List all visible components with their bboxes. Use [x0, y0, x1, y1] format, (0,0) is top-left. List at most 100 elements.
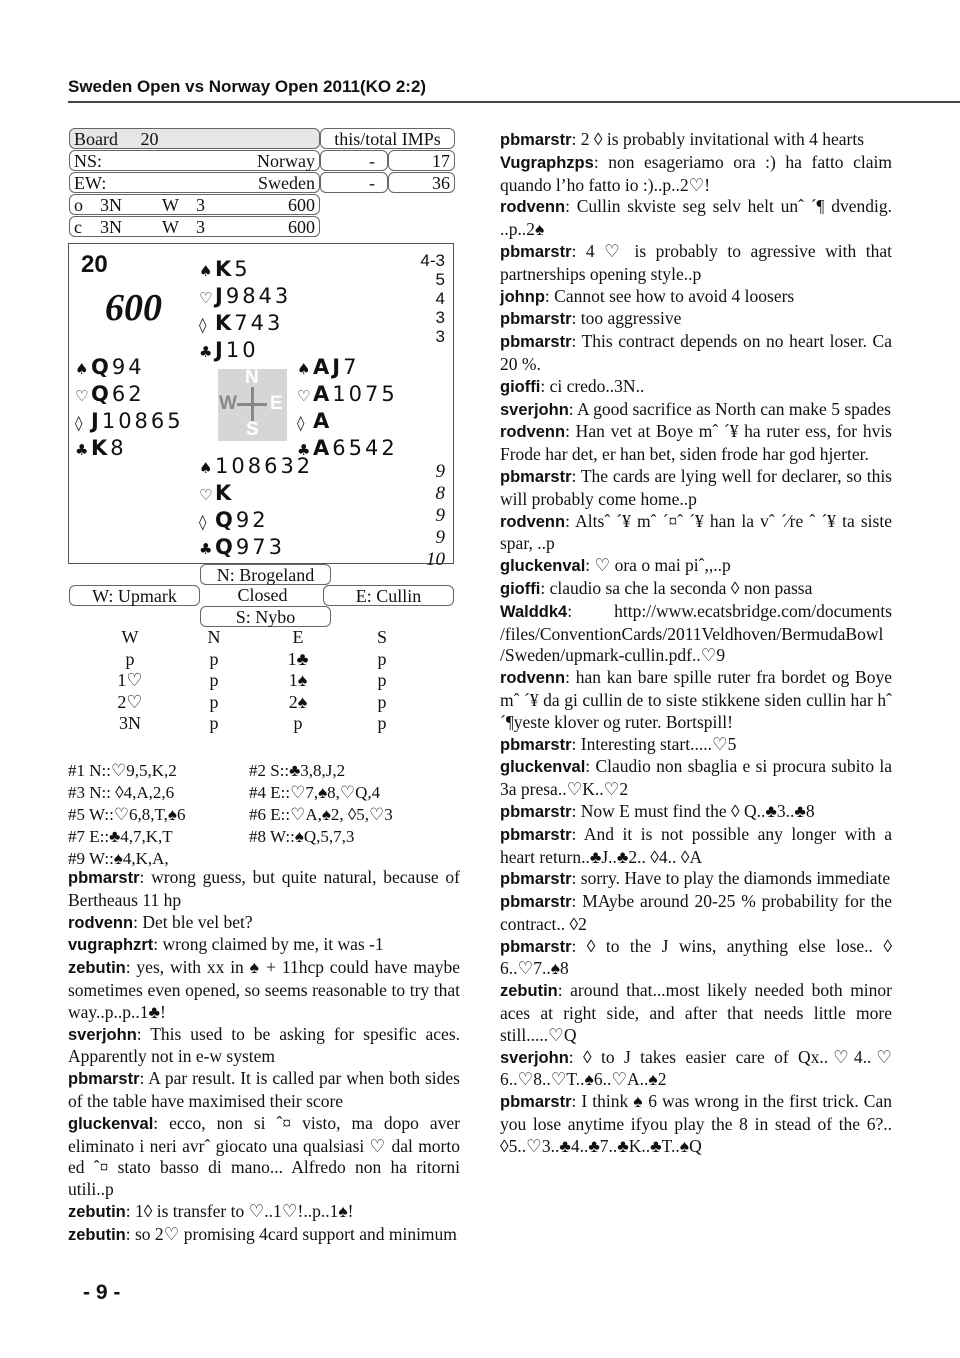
comment: zebutin: 1◊ is transfer to ♡..1♡!..p..1♠…: [68, 1201, 460, 1224]
tricks-value: 9: [435, 527, 446, 548]
north-hand: ♠ K5 ♡ J9843 ◊ K743 ♣ J10: [199, 257, 291, 365]
north-clubs: ♣ J10: [199, 338, 291, 365]
bidding-row: p p 1♣ p: [88, 649, 428, 671]
honor-cards: J: [91, 409, 102, 433]
board-label: Board: [74, 129, 118, 149]
honor-cards: J: [215, 338, 226, 362]
honor-cards: Q: [91, 382, 112, 406]
east-hearts: ♡ A1075: [297, 382, 398, 409]
club-icon: ♣: [199, 343, 213, 361]
ew-this-imps: -: [320, 172, 388, 193]
comment: pbmarstr: sorry. Have to play the diamon…: [500, 868, 892, 891]
bid: p: [377, 648, 387, 669]
comment: pbmarstr: Now E must find the ◊ Q..♣3..♣…: [500, 801, 892, 824]
bid: 1♠: [288, 670, 308, 690]
spot-cards: 8: [110, 436, 127, 460]
spot-cards: 94: [111, 355, 145, 379]
east-diamonds: ◊ A: [297, 409, 398, 436]
imps-header: this/total IMPs: [320, 128, 455, 149]
bid: p: [209, 648, 219, 669]
room: o: [74, 195, 83, 215]
comment-text: : Cannot see how to avoid 4 loosers: [544, 285, 795, 306]
trick: #4 E::♡7,♠8,♡Q,4: [249, 783, 381, 802]
bidding-header: W: [121, 627, 139, 647]
ew-label: EW:: [74, 173, 107, 193]
play-record: #1 N::♡9,5,K,2 #2 S::♣3,8,J,2 #3 N:: ◊4,A,…: [68, 760, 430, 870]
comment: sverjohn: A good sacrifice as North can …: [500, 399, 892, 422]
comment-text: : yes, with xx in ♠ + 11hcp could have m…: [68, 957, 460, 1022]
west-clubs: ♣ K8: [75, 436, 184, 463]
north-spades: ♠ K5: [199, 257, 291, 284]
spot-cards: 10: [225, 338, 259, 362]
comment: sverjohn: This used to be asking for spe…: [68, 1024, 460, 1069]
comment-user: pbmarstr: [500, 467, 572, 486]
hcp-value: 4: [435, 289, 445, 308]
comment-text: : so 2♡ promising 4card support and mini…: [125, 1223, 457, 1244]
comment-user: gioffi: [500, 377, 541, 396]
comment-user: vugraphzrt: [68, 936, 154, 955]
comment-user: gluckenval: [500, 557, 586, 576]
bidding-header: E: [292, 627, 304, 647]
comment: pbmarstr: MAybe around 20-25 % probabili…: [500, 891, 892, 936]
comment-user: gluckenval: [68, 1114, 154, 1133]
bid: 3N: [119, 713, 141, 733]
comment-user: pbmarstr: [500, 893, 572, 912]
club-icon: ♣: [199, 540, 213, 558]
comment-user: Walddk4: [500, 602, 568, 621]
bid: p: [377, 670, 387, 690]
comment-user: johnp: [500, 287, 545, 306]
comment-user: pbmarstr: [500, 735, 572, 754]
comment: rodvenn: han kan bare spille ruter fra b…: [500, 667, 892, 733]
comment-user: pbmarstr: [500, 870, 572, 889]
diamond-icon: ◊: [297, 414, 305, 432]
comment-user: sverjohn: [500, 1048, 569, 1067]
comment: gioffi: claudio sa che la seconda ◊ non …: [500, 578, 892, 601]
hcp-column: 4-3 5 4 3 3: [420, 251, 445, 346]
comment-text: : claudio sa che la seconda ◊ non passa: [540, 577, 813, 598]
contract: 3N: [100, 217, 122, 237]
ns-label: NS:: [74, 151, 103, 171]
ns-row: NS: Norway: [69, 150, 320, 171]
honor-cards: K: [215, 257, 235, 281]
bidding-header: N: [207, 627, 221, 647]
comment: zebutin: yes, with xx in ♠ + 11hcp could…: [68, 957, 460, 1023]
south-spades: ♠ 108632: [199, 454, 313, 481]
player-south: S: Nybo: [200, 606, 331, 627]
board-number: 20: [140, 129, 159, 149]
honor-cards: A: [313, 436, 333, 460]
comment-user: zebutin: [68, 1225, 126, 1244]
comment: pbmarstr: I think ♠ 6 was wrong in the f…: [500, 1091, 892, 1157]
comment-text: : around that...most likely needed both …: [500, 980, 892, 1045]
comment-text: : ♡ ora o mai piˆ,,..p: [585, 555, 731, 576]
page-title: Sweden Open vs Norway Open 2011(KO 2:2): [68, 77, 960, 103]
ew-total-imps: 36: [388, 172, 455, 193]
comment-user: rodvenn: [500, 512, 566, 531]
compass-w: W: [219, 393, 237, 414]
comment: sverjohn: ◊ to J takes easier care of Qx…: [500, 1047, 892, 1092]
comment: gluckenval: ♡ ora o mai piˆ,,..p: [500, 555, 892, 578]
hcp-value: 3: [435, 327, 445, 346]
deal-score: 600: [105, 287, 162, 329]
bid: p: [125, 648, 135, 669]
ns-team: Norway: [257, 151, 315, 171]
honor-cards: A: [313, 382, 333, 406]
spot-cards: 1075: [332, 382, 398, 406]
tricks-value: 9: [435, 461, 446, 482]
declarer: W: [162, 217, 179, 237]
comment: pbmarstr: The cards are lying well for d…: [500, 466, 892, 511]
comment: rodvenn: Altsˆ ´¥ mˆ ´¤ˆ ´¥ han la vˆ ´⁄…: [500, 511, 892, 556]
comment-user: pbmarstr: [500, 1093, 572, 1112]
comment-text: : too aggressive: [571, 308, 682, 329]
comment-user: pbmarstr: [500, 242, 572, 261]
west-diamonds: ◊ J10865: [75, 409, 184, 436]
comment: pbmarstr: Interesting start.....♡5: [500, 734, 892, 757]
spot-cards: 7: [343, 355, 360, 379]
tricks-value: 8: [435, 483, 446, 504]
comment-user: pbmarstr: [500, 131, 572, 149]
board-header: Board 20: [69, 128, 320, 149]
comment-user: zebutin: [500, 982, 558, 1001]
honor-cards: A: [313, 409, 333, 433]
spot-cards: 62: [111, 382, 145, 406]
bidding-row: 2♡ p 2♠ p: [88, 692, 428, 714]
ns-this-imps: -: [320, 150, 388, 171]
